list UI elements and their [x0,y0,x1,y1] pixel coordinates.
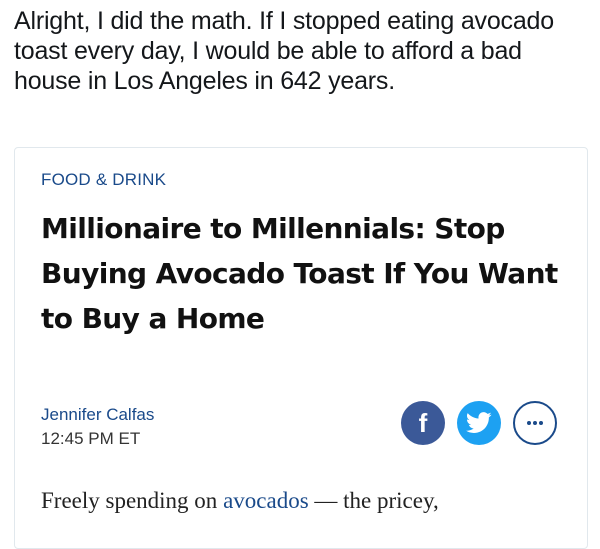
byline: Jennifer Calfas 12:45 PM ET [41,404,154,450]
avocados-link[interactable]: avocados [223,488,309,513]
article-body-excerpt: Freely spending on avocados — the pricey… [41,488,581,514]
twitter-share-button[interactable] [457,401,501,445]
body-text-start: Freely spending on [41,488,224,513]
link-preview-card[interactable]: FOOD & DRINK Millionaire to Millennials:… [14,147,588,549]
speech-bubble-more-icon [527,421,543,425]
share-buttons: f [401,401,557,445]
publish-time: 12:45 PM ET [41,429,141,448]
facebook-icon: f [418,407,428,438]
article-headline[interactable]: Millionaire to Millennials: Stop Buying … [41,206,561,341]
more-share-button[interactable] [513,401,557,445]
facebook-share-button[interactable]: f [401,401,445,445]
tweet-text: Alright, I did the math. If I stopped ea… [14,7,554,95]
twitter-bird-icon [466,412,492,433]
body-text-end: — the pricey, [308,488,439,513]
section-label[interactable]: FOOD & DRINK [41,170,166,190]
author-link[interactable]: Jennifer Calfas [41,404,154,426]
